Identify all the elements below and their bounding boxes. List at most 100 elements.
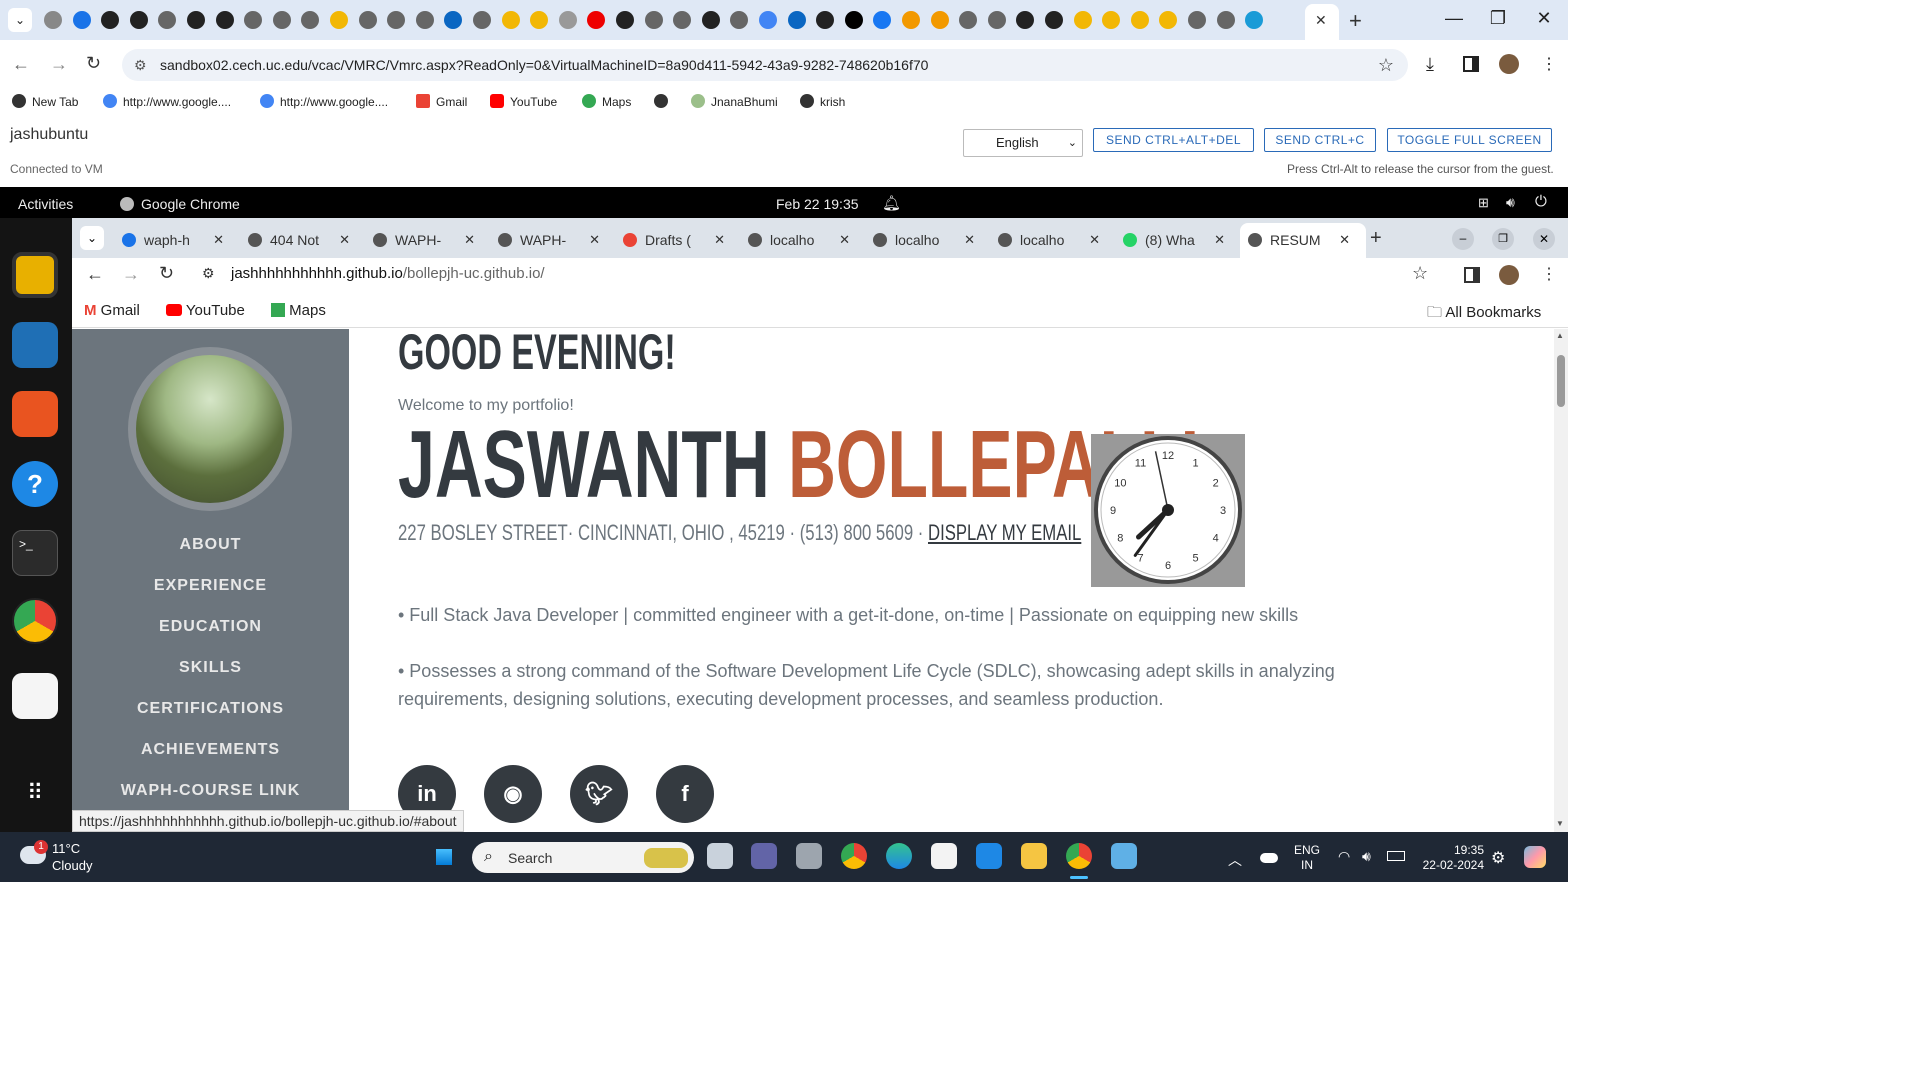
guest-address-bar[interactable]: jashhhhhhhhhhh.github.io/bollepjh-uc.git…	[231, 265, 545, 282]
menu-icon[interactable]: ⋮	[1541, 264, 1557, 284]
tab-favicon[interactable]	[444, 11, 463, 29]
all-bookmarks[interactable]: 🗀 All Bookmarks	[1427, 302, 1541, 327]
settings-icon[interactable]: ⚙	[1491, 848, 1505, 868]
taskbar-search[interactable]: ⌕ Search	[472, 842, 694, 873]
tab-favicon[interactable]	[673, 11, 692, 29]
writer-icon[interactable]	[12, 322, 58, 368]
tab-close-icon[interactable]: ✕	[964, 226, 975, 254]
volume-icon[interactable]: 🔊︎	[1506, 194, 1515, 211]
tab-favicon[interactable]	[1073, 11, 1092, 29]
profile-avatar[interactable]	[1499, 265, 1519, 285]
terminal-icon[interactable]: >_	[12, 530, 58, 576]
onedrive-icon[interactable]	[1260, 853, 1278, 863]
tab-favicon[interactable]	[987, 11, 1006, 29]
tab-close-icon[interactable]: ✕	[1089, 226, 1100, 254]
tab-favicon[interactable]	[701, 11, 720, 29]
minimize-button[interactable]: —	[1434, 8, 1474, 29]
teams-icon[interactable]	[751, 843, 777, 869]
battery-icon[interactable]	[1387, 851, 1405, 861]
guest-tab[interactable]: 404 Not ✕	[238, 226, 356, 254]
bookmark-globe[interactable]	[654, 94, 674, 110]
tab-search-button[interactable]: ⌄	[8, 8, 32, 32]
bookmark-gmail[interactable]: Gmail	[416, 94, 467, 110]
network-icon[interactable]: ⊞	[1478, 195, 1489, 211]
chrome-dock-icon[interactable]	[12, 598, 58, 644]
close-window-button[interactable]: ✕	[1524, 8, 1564, 29]
tab-favicon[interactable]	[1102, 11, 1121, 29]
tab-favicon[interactable]	[1016, 11, 1035, 29]
copilot-icon[interactable]	[1524, 846, 1546, 868]
tab-favicon[interactable]	[101, 11, 120, 29]
tab-favicon[interactable]	[902, 11, 920, 29]
tab-favicon[interactable]	[816, 11, 835, 29]
bookmark-youtube[interactable]: YouTube	[166, 302, 245, 319]
bookmark-star-icon[interactable]: ☆	[1378, 49, 1394, 81]
guest-tab[interactable]: RESUM ✕	[1238, 226, 1356, 254]
side-panel-icon[interactable]	[1464, 267, 1480, 283]
store-icon[interactable]	[931, 843, 957, 869]
display-email-link[interactable]: DISPLAY MY EMAIL	[928, 520, 1081, 545]
tab-favicon[interactable]	[530, 11, 549, 29]
tab-favicon[interactable]	[215, 11, 234, 29]
bookmark-google-1[interactable]: http://www.google....	[103, 94, 231, 110]
show-hidden-icons[interactable]: ︿	[1228, 850, 1242, 870]
task-view-icon[interactable]	[707, 843, 733, 869]
guest-maximize-button[interactable]: ❐	[1492, 228, 1514, 250]
guest-tab[interactable]: WAPH- ✕	[488, 226, 606, 254]
forward-button[interactable]: →	[122, 264, 140, 285]
rhythmbox-icon[interactable]	[12, 252, 58, 298]
tab-favicon[interactable]	[959, 11, 978, 29]
back-button[interactable]: ←	[86, 264, 104, 285]
tab-favicon[interactable]	[644, 11, 663, 29]
tab-favicon[interactable]	[1045, 11, 1063, 29]
file-explorer-icon[interactable]	[1021, 843, 1047, 869]
guest-tab[interactable]: (8) Wha ✕	[1113, 226, 1231, 254]
start-button[interactable]	[432, 845, 456, 869]
bookmark-maps[interactable]: Maps	[582, 94, 631, 110]
tab-favicon[interactable]	[1159, 11, 1178, 29]
guest-close-button[interactable]: ✕	[1533, 228, 1555, 250]
back-button[interactable]: ←	[12, 54, 30, 75]
nav-skills[interactable]: SKILLS	[72, 659, 349, 677]
nav-waph-course-link[interactable]: WAPH-COURSE LINK	[72, 782, 349, 800]
guest-tab[interactable]: localho ✕	[738, 226, 856, 254]
facebook-icon[interactable]: f	[656, 765, 714, 823]
chrome-active-icon[interactable]	[1066, 843, 1092, 869]
bookmark-krish[interactable]: krish	[800, 94, 845, 110]
language-select[interactable]: English ⌄	[963, 129, 1083, 157]
bookmark-gmail[interactable]: M Gmail	[84, 302, 140, 319]
show-apps-icon[interactable]: ⠿	[12, 770, 58, 816]
tab-favicon[interactable]	[387, 11, 406, 29]
tab-favicon[interactable]	[301, 11, 320, 29]
scrollbar[interactable]: ▲ ▼	[1554, 329, 1568, 832]
text-editor-icon[interactable]	[12, 673, 58, 719]
activities-button[interactable]: Activities	[18, 196, 73, 212]
nav-certifications[interactable]: CERTIFICATIONS	[72, 700, 349, 718]
tab-favicon[interactable]	[873, 11, 892, 29]
host-active-tab[interactable]: ✕	[1305, 4, 1339, 40]
tab-favicon[interactable]	[244, 11, 263, 29]
guest-tab[interactable]: localho ✕	[988, 226, 1106, 254]
nav-about[interactable]: ABOUT	[72, 536, 349, 554]
site-info-icon[interactable]: ⚙	[202, 265, 215, 282]
guest-new-tab-button[interactable]: +	[1370, 227, 1382, 250]
tab-close-icon[interactable]: ✕	[1339, 226, 1350, 254]
restore-button[interactable]: ❐	[1478, 8, 1518, 29]
profile-avatar[interactable]	[1499, 54, 1519, 74]
forward-button[interactable]: →	[50, 54, 68, 75]
toggle-full-screen-button[interactable]: TOGGLE FULL SCREEN	[1387, 128, 1552, 152]
clock[interactable]: Feb 22 19:35	[776, 196, 859, 212]
tab-favicon[interactable]	[158, 11, 177, 29]
tab-close-icon[interactable]: ✕	[1214, 226, 1225, 254]
language-indicator[interactable]: ENG IN	[1294, 843, 1320, 873]
nav-experience[interactable]: EXPERIENCE	[72, 577, 349, 595]
menu-icon[interactable]: ⋮	[1541, 54, 1557, 74]
wifi-icon[interactable]: ◠	[1338, 848, 1350, 865]
tab-close-icon[interactable]: ✕	[714, 226, 725, 254]
tab-favicon[interactable]	[44, 11, 62, 29]
tab-close-icon[interactable]: ✕	[1315, 12, 1327, 29]
new-tab-button[interactable]: +	[1349, 8, 1362, 34]
app-menu[interactable]: Google Chrome	[141, 196, 240, 212]
reload-button[interactable]: ↻	[159, 263, 174, 284]
vm-screen[interactable]: Activities Google Chrome Feb 22 19:35 🔔︎…	[0, 187, 1568, 832]
